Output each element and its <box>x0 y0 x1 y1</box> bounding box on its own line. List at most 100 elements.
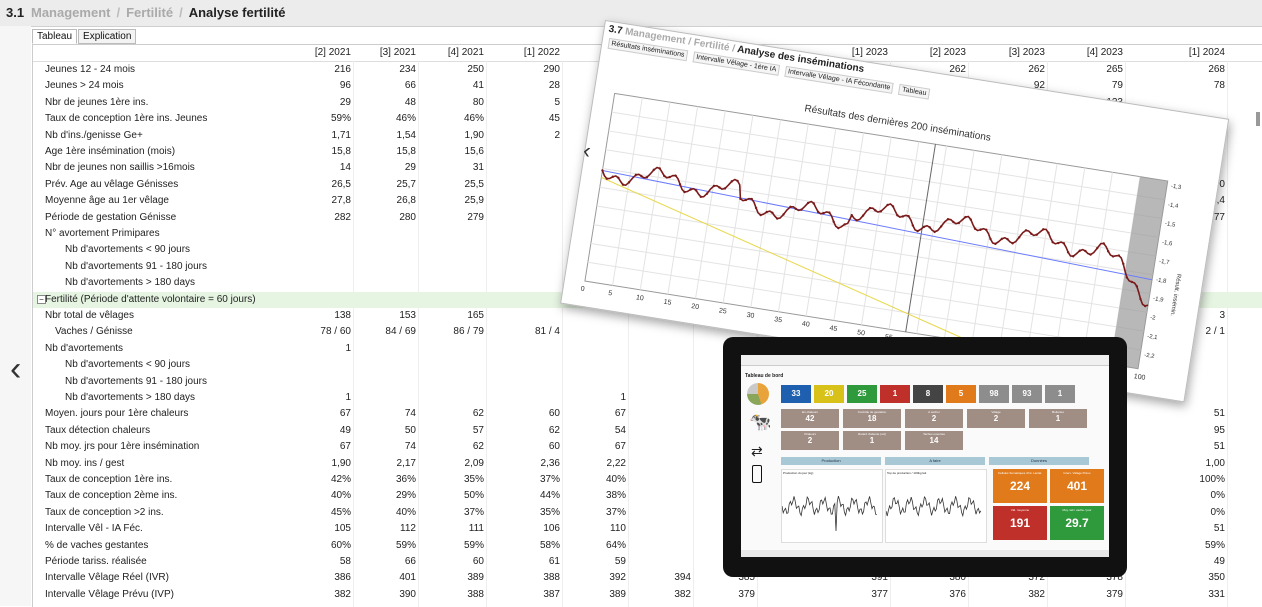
status-bar <box>741 550 1109 557</box>
attention-tile[interactable]: A sécher 2 <box>905 409 963 428</box>
table-cell: 1,90 <box>331 457 351 469</box>
table-cell: 15,6 <box>464 146 484 157</box>
table-cell: 110 <box>610 523 626 535</box>
table-cell: 25,9 <box>464 195 484 207</box>
kpi-tile[interactable]: 8 <box>913 385 943 403</box>
table-cell: 105 <box>334 523 351 535</box>
kpi-tile[interactable]: 1 <box>1045 385 1075 403</box>
row-label: Période tariss. réalisée <box>45 556 147 567</box>
x-tick-label: 45 <box>829 325 838 333</box>
attention-tile[interactable]: Chaleurs 2 <box>781 431 839 450</box>
table-cell: 67 <box>614 408 626 420</box>
row-label: Nbr de jeunes 1ère ins. <box>45 96 149 108</box>
table-cell: 138 <box>334 310 351 321</box>
table-cell: 14 <box>339 162 351 174</box>
breadcrumb-management[interactable]: Management <box>31 5 110 20</box>
column-header[interactable]: [3] 2023 <box>981 47 1045 58</box>
attention-tile[interactable]: En chaleurs 42 <box>781 409 839 428</box>
previous-arrow-icon[interactable]: ‹ <box>10 352 21 386</box>
column-header[interactable]: [3] 2021 <box>352 47 416 58</box>
kpi-tile[interactable]: 25 <box>847 385 877 403</box>
y-tick-label: -1,7 <box>1159 259 1171 267</box>
table-cell: 386 <box>334 572 351 584</box>
x-tick-label: 30 <box>746 312 755 320</box>
breadcrumb-fertilite[interactable]: Fertilité <box>126 5 173 20</box>
tab-explication[interactable]: Explication <box>78 29 137 44</box>
column-header[interactable]: [4] 2023 <box>1059 47 1123 58</box>
table-cell: 268 <box>1208 64 1225 75</box>
metric-tile[interactable]: Vêl. moyenne 191 <box>993 506 1047 540</box>
process-tab[interactable]: Production <box>781 457 881 465</box>
table-cell: 59 <box>614 556 626 567</box>
table-cell: 46% <box>463 113 484 125</box>
process-tab[interactable]: A faire <box>885 457 985 465</box>
table-cell: 25,5 <box>464 178 484 190</box>
table-row[interactable]: Intervalle Vêlage Prévu (IVP) 382 390 388 38… <box>33 587 1262 603</box>
table-cell: 282 <box>334 211 351 223</box>
table-cell: 379 <box>1106 588 1123 600</box>
metric-tile-value: 191 <box>1009 516 1031 530</box>
dashboard-title: Tableau de bord <box>745 373 784 379</box>
table-cell: 54 <box>614 424 626 436</box>
x-tick-label: 25 <box>718 307 727 315</box>
x-tick-label: 40 <box>801 321 810 329</box>
tab-tableau[interactable]: Tableau <box>32 29 78 44</box>
table-cell: 112 <box>400 523 416 535</box>
row-label: Intervalle Vêlage Réel (IVR) <box>45 572 169 584</box>
column-header[interactable]: [2] 2021 <box>287 47 351 58</box>
attention-tile[interactable]: Vêlage 2 <box>967 409 1025 428</box>
table-cell: 35% <box>463 474 484 485</box>
mini-chart: Top de production / 100kg lait <box>885 469 987 543</box>
table-cell: 66 <box>404 80 416 92</box>
kpi-tile[interactable]: 20 <box>814 385 844 403</box>
table-cell: 15,8 <box>396 146 416 157</box>
metric-tile[interactable]: Interv. Vêlage Prévu 401 <box>1050 469 1104 503</box>
table-cell: 51 <box>1213 441 1225 453</box>
kpi-tile[interactable]: 98 <box>979 385 1009 403</box>
column-header[interactable]: [1] 2022 <box>496 47 560 58</box>
metric-tile-value: 224 <box>1009 479 1031 493</box>
table-cell: 394 <box>674 572 691 584</box>
attention-tile[interactable]: Retard d'attente (vol) 1 <box>843 431 901 450</box>
column-header[interactable]: [4] 2021 <box>420 47 484 58</box>
metric-tile[interactable]: Moy. lait / vache / jour 29.7 <box>1050 506 1104 540</box>
kpi-tile[interactable]: 1 <box>880 385 910 403</box>
x-tick-label: 100 <box>1133 373 1146 382</box>
kpi-tile[interactable]: 33 <box>781 385 811 403</box>
table-cell: 111 <box>468 523 484 535</box>
table-cell: 2,36 <box>540 457 560 469</box>
table-cell: 1 <box>345 392 351 403</box>
table-cell: 153 <box>399 310 416 321</box>
vertical-scrollbar[interactable] <box>1256 112 1260 126</box>
table-cell: 100% <box>1199 474 1225 485</box>
table-cell: 29% <box>395 490 416 502</box>
row-label: Nb d'avortements 91 - 180 jours <box>65 260 207 272</box>
attention-tile[interactable]: Contrôle de gestation 18 <box>843 409 901 428</box>
table-cell: 60 <box>548 441 560 453</box>
attention-tile-value: 1 <box>1055 414 1061 423</box>
phone-icon <box>752 465 762 483</box>
metric-tile[interactable]: Cellules Somatiques d'int. Lactat. 224 <box>993 469 1047 503</box>
table-cell: 389 <box>467 572 484 584</box>
table-cell: 27,8 <box>331 195 351 207</box>
attention-tile[interactable]: Taches ouvertes 14 <box>905 431 963 450</box>
kpi-tile[interactable]: 93 <box>1012 385 1042 403</box>
table-cell: 58 <box>339 556 351 567</box>
table-cell: 15,8 <box>331 146 351 157</box>
attention-tile[interactable]: Boiteries 1 <box>1029 409 1087 428</box>
table-cell: 2,09 <box>464 457 484 469</box>
kpi-tile[interactable]: 5 <box>946 385 976 403</box>
table-cell: 49 <box>339 424 351 436</box>
table-cell: 86 / 79 <box>453 326 484 338</box>
process-tab[interactable]: Données <box>989 457 1089 465</box>
column-header[interactable]: [1] 2024 <box>1161 47 1225 58</box>
table-cell: 60 <box>472 556 484 567</box>
table-cell: 331 <box>1208 588 1225 600</box>
row-label: Nb d'avortements < 90 jours <box>65 244 191 256</box>
column-header[interactable]: [2] 2023 <box>902 47 966 58</box>
table-cell: 59% <box>463 539 484 551</box>
row-label: Nb moy. jrs pour 1ère insémination <box>45 441 200 453</box>
table-cell: 390 <box>399 588 416 600</box>
table-cell: 392 <box>609 572 626 584</box>
row-label: Nbr total de vêlages <box>45 310 134 321</box>
